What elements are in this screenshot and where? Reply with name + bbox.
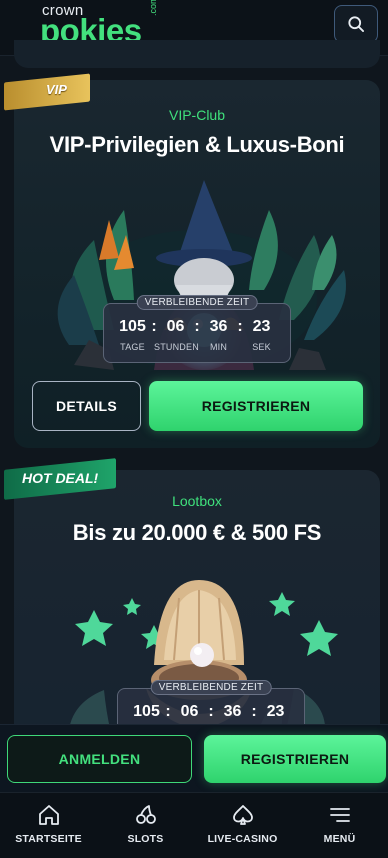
spade-icon [232, 805, 253, 825]
countdown-days: 105 [133, 703, 160, 720]
countdown-label: VERBLEIBENDE ZEIT [150, 680, 272, 695]
countdown-separator: : [165, 703, 171, 720]
previous-promo-card [14, 40, 380, 68]
countdown-separator: : [151, 318, 157, 335]
hot-deal-ribbon-text: HOT DEAL! [22, 470, 99, 486]
countdown-values: 105 : 06 : 36 : 23 [104, 318, 290, 336]
vip-promo-card: VIP-Club VIP-Privilegien & Luxus-Boni VE… [14, 80, 380, 448]
countdown-values: 105 : 06 : 36 : 23 [118, 703, 304, 721]
hot-deal-ribbon: HOT DEAL! [0, 458, 120, 502]
page: crown pokies .com VIP-Club VIP-Privilegi… [0, 0, 388, 858]
countdown-separator: : [194, 318, 200, 335]
countdown-hours: 06 [180, 703, 199, 720]
countdown-units: TAGE STUNDEN MIN SEK [104, 342, 290, 352]
vip-ribbon: VIP [0, 72, 92, 112]
nav-label: LIVE-CASINO [207, 833, 278, 845]
login-button[interactable]: ANMELDEN [7, 735, 192, 783]
logo-suffix-text: .com [148, 0, 158, 16]
home-icon [38, 805, 59, 825]
nav-item-slots[interactable]: SLOTS [97, 793, 194, 858]
cherries-icon [135, 805, 156, 824]
nav-item-live-casino[interactable]: LIVE-CASINO [194, 793, 291, 858]
details-button[interactable]: DETAILS [32, 381, 141, 431]
countdown-minutes: 36 [223, 703, 242, 720]
promo-title: Bis zu 20.000 € & 500 FS [72, 520, 322, 545]
nav-item-menu[interactable]: MENÜ [291, 793, 388, 858]
countdown-unit-minutes: MIN [209, 342, 228, 352]
menu-icon [329, 808, 350, 822]
countdown-seconds: 23 [252, 318, 271, 335]
auth-bar: ANMELDEN REGISTRIEREN [0, 724, 388, 792]
countdown-unit-seconds: SEK [252, 342, 271, 352]
nav-item-home[interactable]: STARTSEITE [0, 793, 97, 858]
search-button[interactable] [334, 5, 378, 43]
countdown-seconds: 23 [266, 703, 285, 720]
register-button-sticky[interactable]: REGISTRIEREN [204, 735, 386, 783]
vip-countdown: VERBLEIBENDE ZEIT 105 : 06 : 36 : 23 TAG… [103, 295, 291, 363]
countdown-hours: 06 [166, 318, 185, 335]
countdown-separator: : [208, 703, 214, 720]
nav-label: MENÜ [323, 833, 356, 845]
nav-label: SLOTS [127, 833, 164, 845]
nav-label: STARTSEITE [15, 833, 82, 845]
countdown-minutes: 36 [209, 318, 228, 335]
promo-title: VIP-Privilegien & Luxus-Boni [49, 132, 345, 157]
bottom-navigation: STARTSEITE SLOTS LIVE-CASINO MENÜ [0, 792, 388, 858]
vip-ribbon-text: VIP [46, 82, 67, 97]
countdown-separator: : [251, 703, 257, 720]
countdown-days: 105 [119, 318, 146, 335]
countdown-unit-days: TAGE [120, 342, 145, 352]
countdown-separator: : [237, 318, 243, 335]
register-button[interactable]: REGISTRIEREN [149, 381, 363, 431]
search-icon [348, 16, 364, 32]
countdown-unit-hours: STUNDEN [154, 342, 199, 352]
countdown-label: VERBLEIBENDE ZEIT [136, 295, 258, 310]
